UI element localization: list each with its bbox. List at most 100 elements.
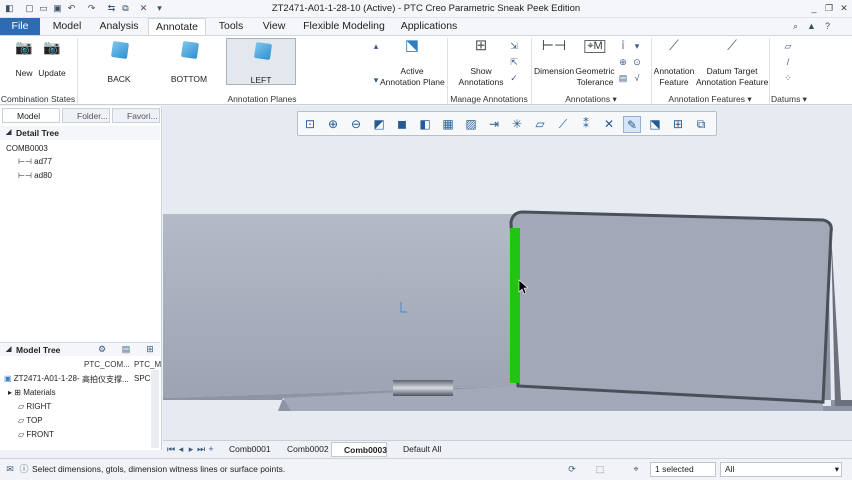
csys-display-icon[interactable]: ✕ — [600, 116, 618, 133]
tab-analysis[interactable]: Analysis — [96, 18, 142, 35]
tab-default-all[interactable]: Default All — [391, 442, 455, 457]
model-tree-item-materials[interactable]: ▸ ⊞ Materials — [8, 388, 56, 397]
annotations-group-label[interactable]: Annotations ▾ — [532, 93, 650, 105]
datum-axis-icon[interactable]: / — [782, 56, 794, 68]
annotation-display-icon[interactable]: ✎ — [623, 116, 641, 133]
tab-favorites[interactable]: Favori... — [112, 108, 160, 123]
model-tree-item-right[interactable]: ▱ RIGHT — [18, 402, 51, 411]
axis-display-icon[interactable]: ⟋ — [554, 116, 572, 133]
cube-icon — [110, 40, 130, 60]
show-annotations-button[interactable]: ⊞ Show Annotations — [452, 38, 510, 88]
part-right-edge[interactable] — [831, 232, 852, 406]
part-left-face[interactable] — [163, 214, 518, 398]
tab-model[interactable]: Model — [44, 18, 90, 35]
tab-file[interactable]: File — [0, 18, 40, 35]
tab-annotate[interactable]: Annotate — [148, 18, 206, 35]
detail-tree-header[interactable]: ◢ Detail Tree — [0, 126, 160, 140]
tree-columns-icon[interactable]: ⊞ — [144, 343, 156, 355]
part-hole-feature[interactable] — [393, 380, 453, 396]
refit-icon[interactable]: ⊡ — [301, 116, 319, 133]
dimension-button[interactable]: ⊢⊣ Dimension — [534, 38, 574, 88]
model-tree-item-front[interactable]: ▱ FRONT — [18, 430, 54, 439]
tab-comb0002[interactable]: Comb0002 — [275, 442, 331, 457]
back-view-button[interactable]: BACK — [84, 38, 154, 85]
note-icon[interactable]: ▤ — [617, 72, 629, 84]
column-header[interactable]: PTC_COM... — [84, 360, 130, 369]
column-header[interactable]: PTC_M — [134, 360, 161, 369]
tab-folder-browser[interactable]: Folder... — [62, 108, 110, 123]
add-tab-icon[interactable]: + — [205, 443, 217, 455]
zoom-in-icon[interactable]: ⊕ — [324, 116, 342, 133]
datum-target-icon[interactable]: ⊕ — [617, 56, 629, 68]
zoom-out-icon[interactable]: ⊖ — [347, 116, 365, 133]
part-right-pocket[interactable] — [509, 210, 833, 404]
tab-tools[interactable]: Tools — [210, 18, 252, 35]
spin-icon[interactable]: ⊞ — [669, 116, 687, 133]
annotation-plane-display-icon[interactable]: ⬔ — [646, 116, 664, 133]
view-manager-icon[interactable]: ▦ — [439, 116, 457, 133]
tree-filters-icon[interactable]: ▤ — [120, 343, 132, 355]
collapse-triangle-icon[interactable]: ◢ — [6, 343, 11, 357]
bottom-view-button[interactable]: BOTTOM — [154, 38, 224, 85]
ribbon-minimize-icon[interactable]: ▲ — [806, 21, 817, 32]
datum-plane-icon[interactable]: ▱ — [782, 40, 794, 52]
plane-display-icon[interactable]: ▱ — [531, 116, 549, 133]
help-icon[interactable]: ? — [822, 21, 833, 32]
appearance-icon[interactable]: ⧉ — [692, 116, 710, 133]
new-state-button[interactable]: 📷 New — [10, 40, 38, 80]
combination-states-group-label[interactable]: Combination States ▾ — [0, 93, 76, 116]
datum-target-annotation-feature-button[interactable]: ⟋ Datum Target Annotation Feature — [696, 38, 768, 88]
annotation-feature-button[interactable]: ⟋ Annotation Feature — [652, 38, 696, 88]
minimize-button[interactable]: _ — [808, 2, 820, 15]
tree-settings-icon[interactable]: ⚙ — [96, 343, 108, 355]
tab-flexible-modeling[interactable]: Flexible Modeling — [298, 18, 390, 35]
display-style-icon[interactable]: ◼ — [393, 116, 411, 133]
tab-applications[interactable]: Applications — [396, 18, 462, 35]
regenerate-status-icon[interactable]: ⟳ — [566, 463, 578, 475]
datum-point-icon[interactable]: ⁘ — [782, 72, 794, 84]
left-view-button[interactable]: LEFT — [226, 38, 296, 85]
tab-comb0001[interactable]: Comb0001 — [217, 442, 273, 457]
smart-select-icon[interactable]: ⬚ — [594, 463, 606, 475]
scrollbar[interactable] — [151, 370, 159, 448]
annotation-features-group-label[interactable]: Annotation Features ▾ — [652, 93, 768, 105]
left-panel: Model Tree Folder... Favori... ◢ Detail … — [0, 106, 162, 450]
perspective-icon[interactable]: ▨ — [462, 116, 480, 133]
selection-tool-icon[interactable]: ⌖ — [630, 463, 642, 475]
update-state-button[interactable]: 📷 Update — [36, 40, 68, 80]
model-tree-root[interactable]: ▣ ZT2471-A01-1-28- — [4, 374, 80, 383]
selection-filter-dropdown[interactable]: All ▾ — [720, 462, 842, 477]
command-search-icon[interactable]: ⌕ — [790, 21, 801, 32]
model-tree-header[interactable]: ◢ Model Tree — [0, 342, 160, 356]
spin-center-icon[interactable]: ⇥ — [485, 116, 503, 133]
repaint-icon[interactable]: ◩ — [370, 116, 388, 133]
active-annotation-plane-button[interactable]: ⬔ Active Annotation Plane — [380, 38, 445, 88]
detail-tree-root[interactable]: COMB0003 — [6, 144, 48, 153]
detail-tree-item[interactable]: ⊢⊣ ad77 — [18, 157, 52, 166]
datum-display-icon[interactable]: ✳ — [508, 116, 526, 133]
erase-annotations-icon[interactable]: ⇲ — [508, 40, 520, 52]
graphics-window[interactable]: ⊡ ⊕ ⊖ ◩ ◼ ◧ ▦ ▨ ⇥ ✳ ▱ ⟋ ⁑ ✕ ✎ ⬔ ⊞ ⧉ — [163, 106, 852, 440]
datum-feature-symbol-icon[interactable]: Ȋ — [617, 40, 629, 52]
close-button[interactable]: ✕ — [838, 2, 850, 15]
unerase-icon[interactable]: ⇱ — [508, 56, 520, 68]
point-display-icon[interactable]: ⁑ — [577, 116, 595, 133]
cleanup-icon[interactable]: ✓ — [508, 72, 520, 84]
tab-comb0003[interactable]: Comb0003 — [331, 442, 387, 457]
manage-annotations-group-label[interactable]: Manage Annotations ▾ — [448, 93, 530, 116]
datums-group-label[interactable]: Datums ▾ — [770, 93, 808, 105]
symbol-icon[interactable]: ⊙ — [631, 56, 643, 68]
saved-orientations-icon[interactable]: ◧ — [416, 116, 434, 133]
surface-finish-icon[interactable]: √ — [631, 72, 643, 84]
collapse-triangle-icon[interactable]: ◢ — [6, 126, 11, 140]
tab-view[interactable]: View — [256, 18, 292, 35]
maximize-button[interactable]: ❐ — [823, 2, 835, 15]
chevron-down-icon[interactable]: ▾ — [835, 463, 839, 476]
detail-tree-item[interactable]: ⊢⊣ ad80 — [18, 171, 52, 180]
model-tree-item-top[interactable]: ▱ TOP — [18, 416, 43, 425]
geometric-tolerance-button[interactable]: ⌖M Geometric Tolerance — [574, 38, 616, 88]
selected-surface-highlight[interactable] — [510, 228, 520, 383]
model-geometry[interactable] — [163, 106, 852, 440]
dropdown-icon[interactable]: ▾ — [631, 40, 643, 52]
tab-model-tree[interactable]: Model Tree — [2, 108, 60, 135]
